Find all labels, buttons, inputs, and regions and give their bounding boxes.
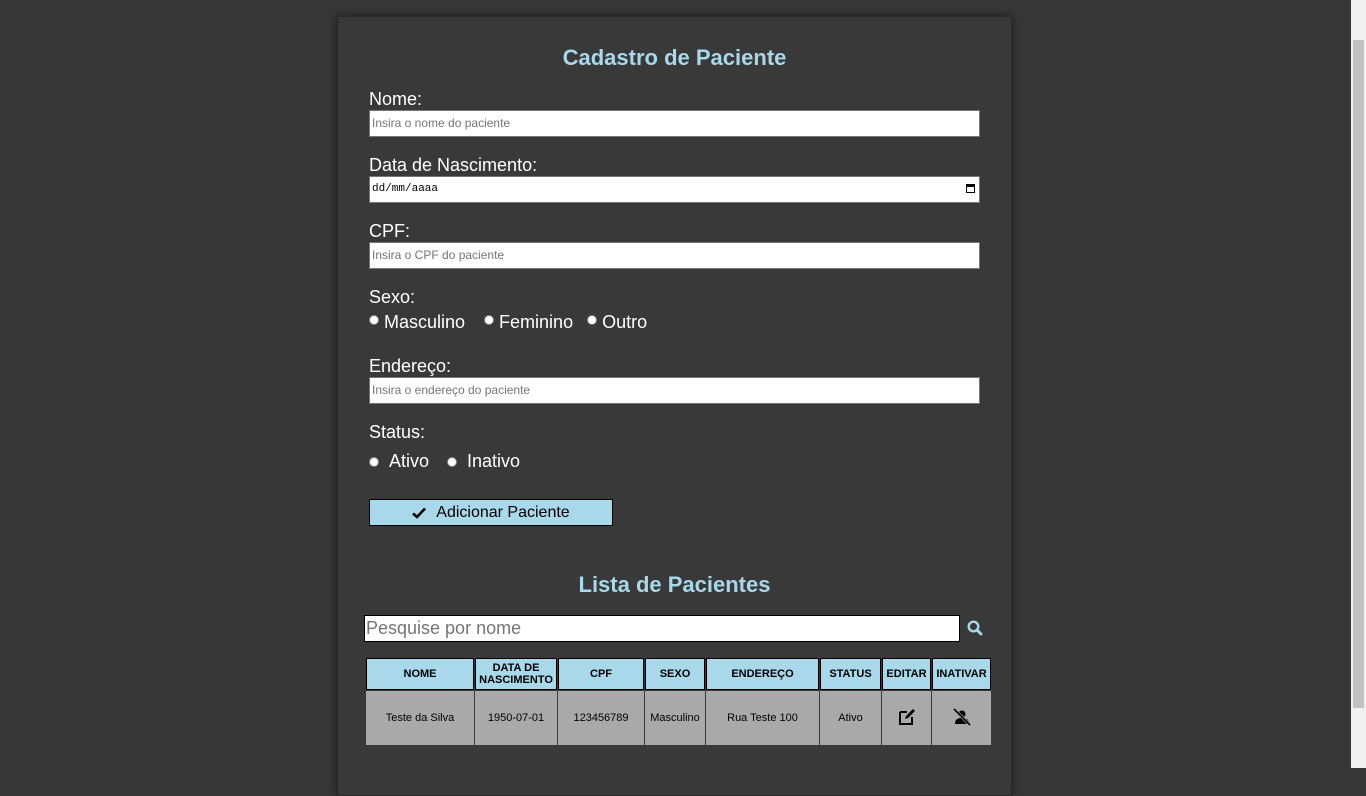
endereco-input[interactable]: Insira o endereço do paciente — [369, 377, 980, 404]
nome-label: Nome: — [369, 89, 423, 109]
radio-inativo[interactable] — [447, 456, 458, 467]
radio-ativo-label: Ativo — [389, 451, 430, 471]
list-title: Lista de Pacientes — [578, 572, 771, 597]
status-options: Ativo Inativo — [369, 451, 520, 472]
radio-inativo-label: Inativo — [467, 451, 521, 471]
nascimento-label: Data de Nascimento: — [369, 155, 538, 175]
nascimento-input[interactable]: dd/mm/aaaa — [369, 176, 980, 203]
cell-editar — [882, 691, 931, 745]
page-scrollbar[interactable] — [1351, 0, 1366, 768]
form-title: Cadastro de Paciente — [562, 45, 787, 70]
radio-masculino-label: Masculino — [384, 312, 466, 332]
patients-table: NOME DATA DE NASCIMENTO CPF SEXO ENDEREÇ… — [365, 657, 992, 746]
radio-feminino-label: Feminino — [499, 312, 574, 332]
nascimento-value: dd/mm/aaaa — [372, 183, 439, 195]
calendar-icon[interactable] — [966, 184, 975, 193]
search-icon[interactable] — [966, 619, 984, 637]
endereco-label: Endereço: — [369, 356, 452, 376]
cell-nascimento: 1950-07-01 — [475, 691, 557, 745]
col-sexo: SEXO — [645, 658, 705, 690]
status-label: Status: — [369, 422, 426, 442]
radio-outro-label: Outro — [602, 312, 648, 332]
radio-feminino[interactable] — [484, 314, 495, 325]
col-cpf: CPF — [558, 658, 644, 690]
table-header-row: NOME DATA DE NASCIMENTO CPF SEXO ENDEREÇ… — [366, 658, 991, 690]
edit-icon[interactable] — [898, 708, 916, 726]
radio-masculino[interactable] — [369, 314, 379, 325]
radio-ativo[interactable] — [369, 456, 379, 467]
user-slash-icon[interactable] — [952, 707, 971, 726]
cell-endereco: Rua Teste 100 — [706, 691, 819, 745]
cell-sexo: Masculino — [645, 691, 705, 745]
cpf-label: CPF: — [369, 221, 411, 241]
sexo-label: Sexo: — [369, 287, 416, 307]
col-nome: NOME — [366, 658, 474, 690]
add-patient-button[interactable]: Adicionar Paciente — [369, 499, 613, 526]
radio-outro[interactable] — [587, 314, 598, 325]
cell-status: Ativo — [820, 691, 881, 745]
col-inativar: INATIVAR — [932, 658, 991, 690]
cell-cpf: 123456789 — [558, 691, 644, 745]
cpf-input[interactable]: Insira o CPF do paciente — [369, 242, 980, 269]
sexo-options: Masculino Feminino Outro — [369, 312, 647, 333]
col-endereco: ENDEREÇO — [706, 658, 819, 690]
scrollbar-thumb[interactable] — [1353, 40, 1364, 708]
col-nascimento: DATA DE NASCIMENTO — [475, 658, 557, 690]
nome-input[interactable]: Insira o nome do paciente — [369, 110, 980, 137]
cell-nome: Teste da Silva — [366, 691, 474, 745]
patient-card: Cadastro de Paciente Nome: Insira o nome… — [337, 16, 1012, 796]
col-status: STATUS — [820, 658, 881, 690]
check-icon — [412, 507, 427, 519]
add-patient-label: Adicionar Paciente — [436, 503, 570, 521]
col-editar: EDITAR — [882, 658, 931, 690]
cell-inativar — [932, 691, 991, 745]
search-input[interactable]: Pesquise por nome — [364, 615, 960, 642]
table-row: Teste da Silva 1950-07-01 123456789 Masc… — [366, 691, 991, 745]
